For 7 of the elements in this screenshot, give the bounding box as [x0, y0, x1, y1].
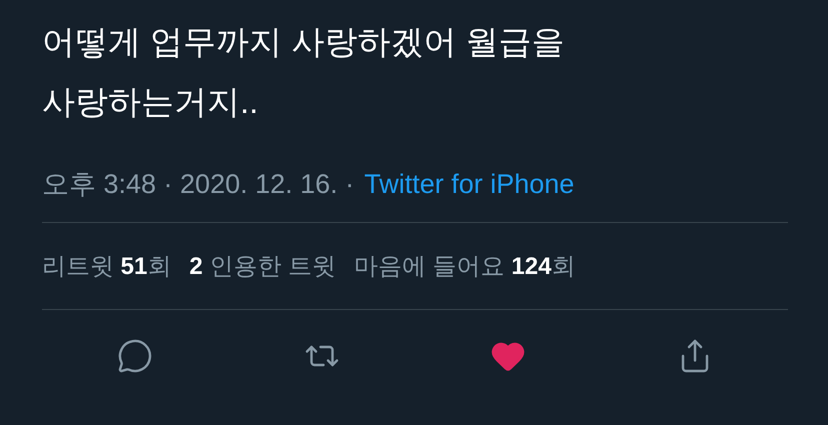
source-link[interactable]: Twitter for iPhone — [364, 168, 574, 200]
reply-icon[interactable] — [117, 338, 154, 374]
tweet-text: 어떻게 업무까지 사랑하겠어 월급을 사랑하는거지.. — [42, 22, 566, 122]
stat-count[interactable]: 리트윗 51회 — [42, 250, 172, 282]
stat-count[interactable]: 2 인용한 트윗 — [189, 250, 336, 282]
tweet-timestamp: 오후 3:48 · 2020. 12. 16. · — [42, 168, 354, 201]
stat-count[interactable]: 마음에 들어요 124회 — [354, 250, 576, 282]
